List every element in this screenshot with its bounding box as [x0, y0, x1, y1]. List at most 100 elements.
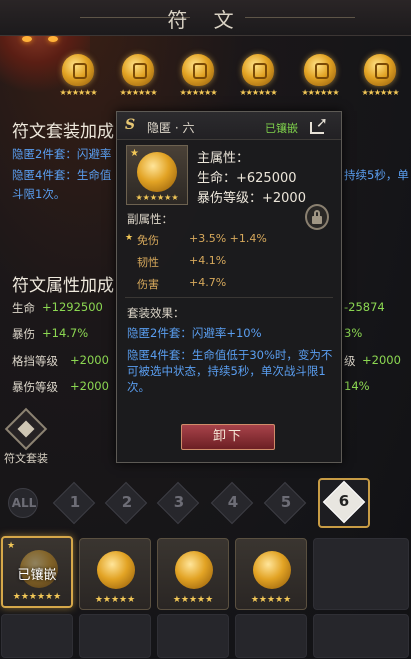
equipped-label: 已镶嵌: [17, 568, 57, 583]
set-bonus-line-2-right: 持续5秒，单: [344, 168, 409, 182]
rune-stars: ★★★★★★: [119, 88, 157, 97]
attr-label: 暴伤: [12, 327, 35, 341]
tab-label: 3: [173, 493, 185, 511]
attr-label-right: 级: [344, 354, 356, 368]
main-attr-1: 生命：+625000: [197, 171, 297, 186]
rune-gem-icon: [122, 54, 154, 86]
rune-stars: ★★★★★★: [179, 88, 217, 97]
rune-stars: ★★★★★★: [12, 592, 62, 602]
inventory-cell[interactable]: ★★★★★: [157, 538, 229, 610]
rune-stars: ★★★★★★: [361, 88, 399, 97]
rune-set-logo-icon: S: [125, 117, 136, 133]
rune-detail-popup: S 隐匿 · 六 已镶嵌 ➚ ★ ★★★★★★ 主属性： 生命：+625000 …: [116, 111, 342, 463]
rune-slot-4[interactable]: ★★★★★★: [234, 52, 280, 100]
sub-attr-label: 韧性: [137, 256, 159, 269]
tab-star-2[interactable]: 2: [104, 481, 149, 525]
rune-slot-3[interactable]: ★★★★★★: [174, 52, 220, 100]
tab-all[interactable]: ALL: [2, 484, 46, 524]
set-effect-title: 套装效果：: [127, 306, 185, 320]
popup-title: 隐匿 · 六: [147, 121, 195, 135]
tab-star-6[interactable]: 6: [318, 478, 370, 528]
rune-stars: ★★★★★: [94, 595, 136, 605]
tab-label: 1: [69, 493, 81, 511]
rune-slot-1[interactable]: ★★★★★★: [54, 52, 100, 100]
attr-label: 暴伤等级: [12, 380, 58, 394]
tab-label: 4: [227, 493, 239, 511]
set-effect-2: 隐匿2件套：闪避率+10%: [127, 326, 262, 340]
share-icon-arrow: ➚: [316, 115, 328, 131]
equipped-rune-row: ★★★★★★ ★★★★★★ ★★★★★★ ★★★★★★ ★★★★★★ ★★★★★…: [48, 52, 411, 102]
sub-attr-value: +3.5% +1.4%: [189, 232, 267, 245]
rune-set-icon: [4, 407, 48, 451]
inventory-cell[interactable]: ★★★★★: [79, 538, 151, 610]
rune-stars: ★★★★★★: [239, 88, 277, 97]
set-bonus-line-2: 隐匿4件套：生命值: [12, 168, 112, 182]
rune-gem-icon: [62, 54, 94, 86]
share-icon[interactable]: ➚: [310, 115, 330, 135]
inventory-cell-empty[interactable]: [313, 614, 409, 658]
rune-gem-icon: [175, 551, 213, 589]
sub-attr-label: 伤害: [137, 278, 159, 291]
star-icon: ★: [130, 148, 139, 159]
header-bar: 符 文: [0, 0, 411, 36]
attr-value: +2000: [70, 353, 109, 367]
inventory-cell-selected[interactable]: ★ 已镶嵌 ★★★★★★: [1, 536, 73, 608]
attr-value-right: 14%: [344, 379, 370, 393]
sub-attr-label: 免伤: [137, 234, 159, 247]
rune-slot-5[interactable]: ★★★★★★: [296, 52, 342, 100]
inventory-cell-empty[interactable]: [157, 614, 229, 658]
tab-star-3[interactable]: 3: [156, 481, 201, 525]
set-bonus-line-3: 斗限1次。: [12, 187, 66, 201]
tab-star-4[interactable]: 4: [210, 481, 255, 525]
attr-section-title: 符文属性加成: [12, 276, 114, 296]
rune-set-icon-inner: [17, 420, 35, 438]
tab-star-1[interactable]: 1: [52, 481, 97, 525]
rune-stars: ★★★★★★: [135, 193, 179, 202]
star-icon: ★: [7, 541, 16, 551]
star-filter-tabs: ALL 1 2 3 4 5 6: [0, 478, 411, 528]
rune-stars: ★★★★★★: [59, 88, 97, 97]
eye-right: [48, 36, 58, 42]
tab-all-label: ALL: [11, 496, 37, 510]
tab-label: 6: [338, 492, 350, 510]
rune-gem-icon: [182, 54, 214, 86]
sub-attr-value: +4.1%: [189, 254, 227, 267]
equip-status: 已镶嵌: [265, 122, 298, 135]
rune-preview: ★ ★★★★★★: [126, 145, 188, 205]
rune-gem-icon: [97, 551, 135, 589]
inventory-cell-empty[interactable]: [79, 614, 151, 658]
divider: [125, 297, 333, 298]
inventory-cell-empty[interactable]: [235, 614, 307, 658]
lock-icon[interactable]: [305, 204, 329, 230]
unequip-button[interactable]: 卸下: [181, 424, 275, 450]
rune-gem-icon: [364, 54, 396, 86]
sub-attr-value: +4.7%: [189, 276, 227, 289]
attr-value: +1292500: [42, 300, 103, 314]
rune-set-label: 符文套装: [4, 452, 48, 465]
rune-slot-6[interactable]: ★★★★★★: [356, 52, 402, 100]
rune-stars: ★★★★★: [250, 595, 292, 605]
attr-value-right: 3%: [344, 326, 363, 340]
inventory-cell[interactable]: ★★★★★: [235, 538, 307, 610]
set-effect-4: 隐匿4件套：生命值低于30%时，变为不可被选中状态，持续5秒，单次战斗限1次。: [127, 348, 333, 394]
main-attr-title: 主属性：: [197, 151, 250, 166]
set-bonus-line-1: 隐匿2件套：闪避率: [12, 147, 112, 161]
tab-label: 5: [280, 493, 292, 511]
attr-value: +2000: [70, 379, 109, 393]
attr-value-right: -25874: [344, 300, 385, 314]
tab-star-5[interactable]: 5: [263, 481, 308, 525]
inventory-cell-empty[interactable]: [1, 614, 73, 658]
rune-slot-2[interactable]: ★★★★★★: [114, 52, 160, 100]
eye-left: [22, 36, 32, 42]
attr-label: 格挡等级: [12, 354, 58, 368]
rune-gem-icon: [242, 54, 274, 86]
lock-body: [312, 216, 322, 224]
rune-set-button[interactable]: 符文套装: [2, 407, 50, 465]
rune-gem-icon: [137, 152, 177, 192]
page-title: 符 文: [167, 8, 244, 32]
rune-gem-icon: [253, 551, 291, 589]
inventory-cell-empty[interactable]: [313, 538, 409, 610]
set-bonus-title: 符文套装加成: [12, 122, 114, 142]
rune-stars: ★★★★★: [172, 595, 214, 605]
tab-label: 2: [121, 493, 133, 511]
